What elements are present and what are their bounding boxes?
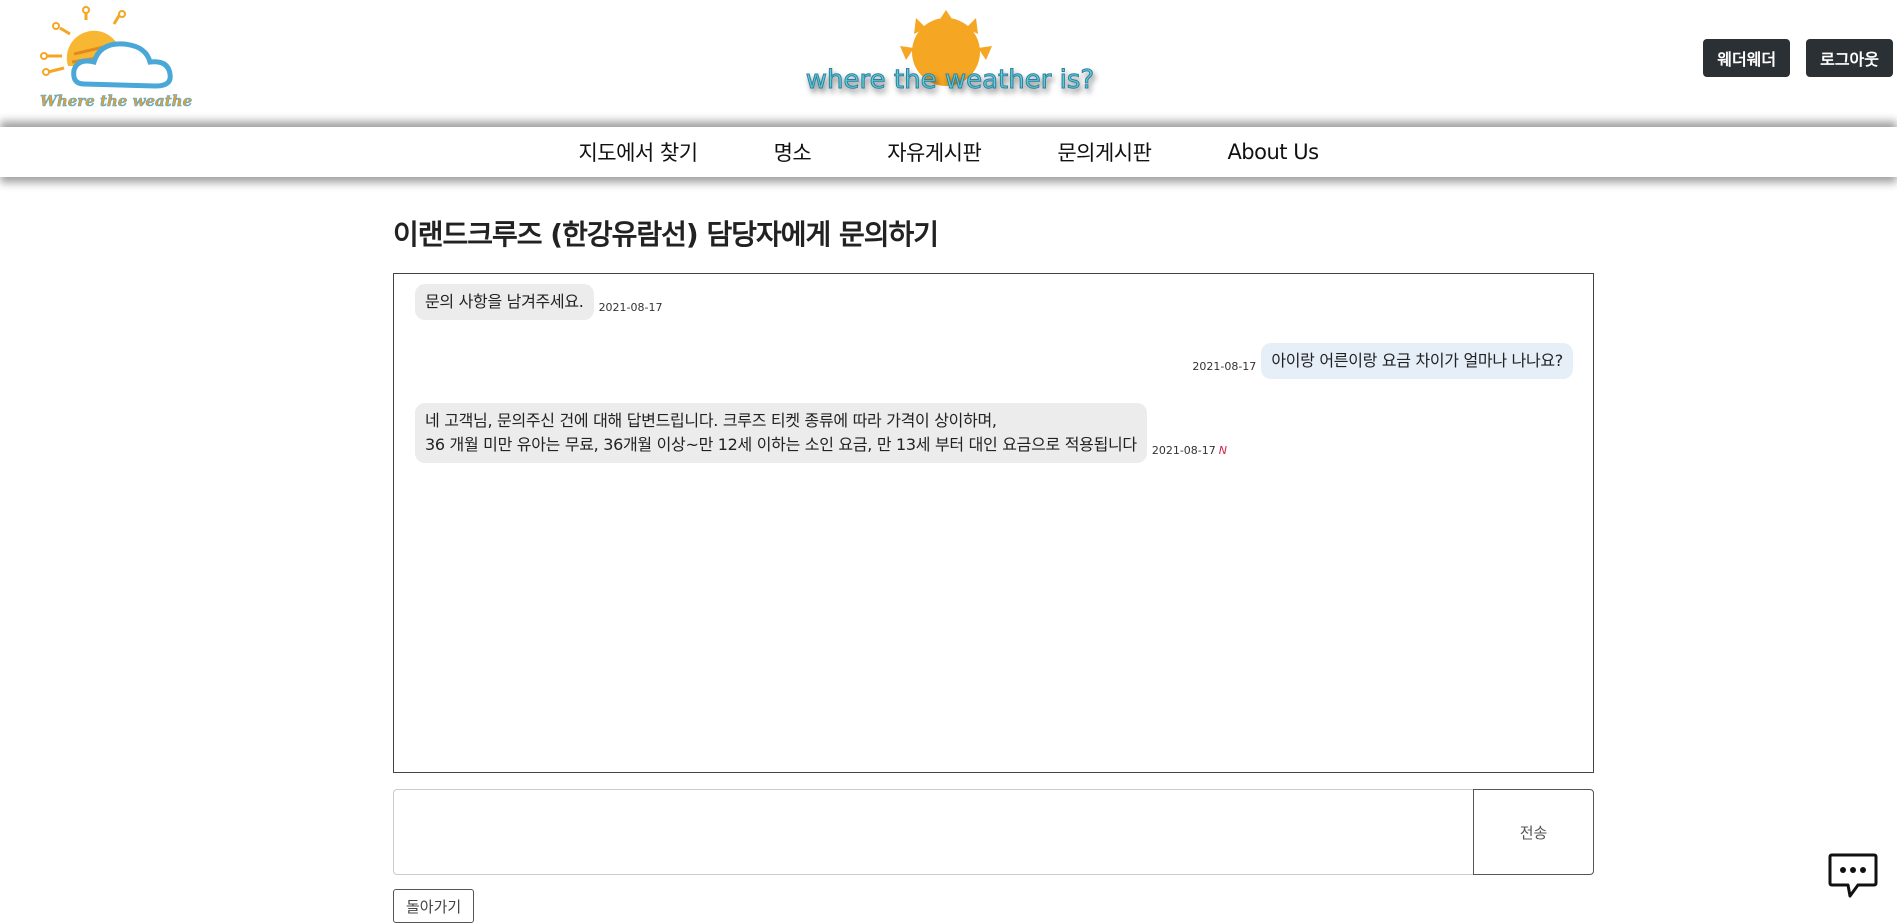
message-input[interactable] [393, 789, 1473, 875]
message-composer: 전송 [393, 789, 1594, 875]
center-logo[interactable]: where the weather is? [800, 6, 1100, 110]
message-date: 2021-08-17 [598, 301, 663, 314]
nav-item-attractions[interactable]: 명소 [774, 137, 812, 167]
send-button[interactable]: 전송 [1473, 789, 1594, 875]
svg-text:Where the weather is: Where the weather is [40, 92, 192, 110]
sun-logo-icon: where the weather is? [805, 10, 1095, 96]
chat-bubble-dots-icon[interactable] [1828, 852, 1878, 900]
nav-item-about-us[interactable]: About Us [1227, 140, 1319, 164]
nav-item-inquiry-board[interactable]: 문의게시판 [1057, 137, 1152, 167]
nav-item-free-board[interactable]: 자유게시판 [887, 137, 982, 167]
chat-message-sent: 2021-08-17 아이랑 어른이랑 요금 차이가 얼마나 나나요? [1187, 343, 1573, 379]
message-bubble: 문의 사항을 남겨주세요. [415, 284, 594, 320]
message-meta: 2021-08-17 N [1152, 444, 1227, 457]
page-title: 이랜드크루즈 (한강유람선) 담당자에게 문의하기 [393, 218, 939, 251]
nav-item-map-search[interactable]: 지도에서 찾기 [578, 137, 698, 167]
message-line: 36 개월 미만 유아는 무료, 36개월 이상~만 12세 이하는 소인 요금… [425, 435, 1137, 454]
message-date: 2021-08-17 [1151, 444, 1216, 457]
message-date: 2021-08-17 [1192, 360, 1257, 373]
message-bubble: 아이랑 어른이랑 요금 차이가 얼마나 나나요? [1261, 343, 1573, 379]
user-button[interactable]: 웨더웨더 [1703, 39, 1791, 77]
sun-cloud-logo-icon: Where the weather is [40, 6, 220, 110]
site-logo[interactable]: Where the weather is [38, 6, 220, 112]
chat-message-received: 문의 사항을 남겨주세요. 2021-08-17 [415, 284, 668, 320]
site-header: Where the weather is where the weather i… [0, 0, 1897, 127]
svg-text:where the weather is?: where the weather is? [806, 65, 1094, 95]
chat-history[interactable]: 문의 사항을 남겨주세요. 2021-08-17 2021-08-17 아이랑 … [393, 273, 1594, 773]
new-badge: N [1218, 444, 1228, 457]
main-nav: 지도에서 찾기 명소 자유게시판 문의게시판 About Us [0, 127, 1897, 177]
message-bubble: 네 고객님, 문의주신 건에 대해 답변드립니다. 크루즈 티켓 종류에 따라 … [415, 403, 1147, 463]
message-line: 네 고객님, 문의주신 건에 대해 답변드립니다. 크루즈 티켓 종류에 따라 … [425, 411, 997, 430]
logout-button[interactable]: 로그아웃 [1806, 39, 1893, 77]
chat-message-received: 네 고객님, 문의주신 건에 대해 답변드립니다. 크루즈 티켓 종류에 따라 … [415, 403, 1232, 463]
back-button[interactable]: 돌아가기 [393, 889, 475, 923]
